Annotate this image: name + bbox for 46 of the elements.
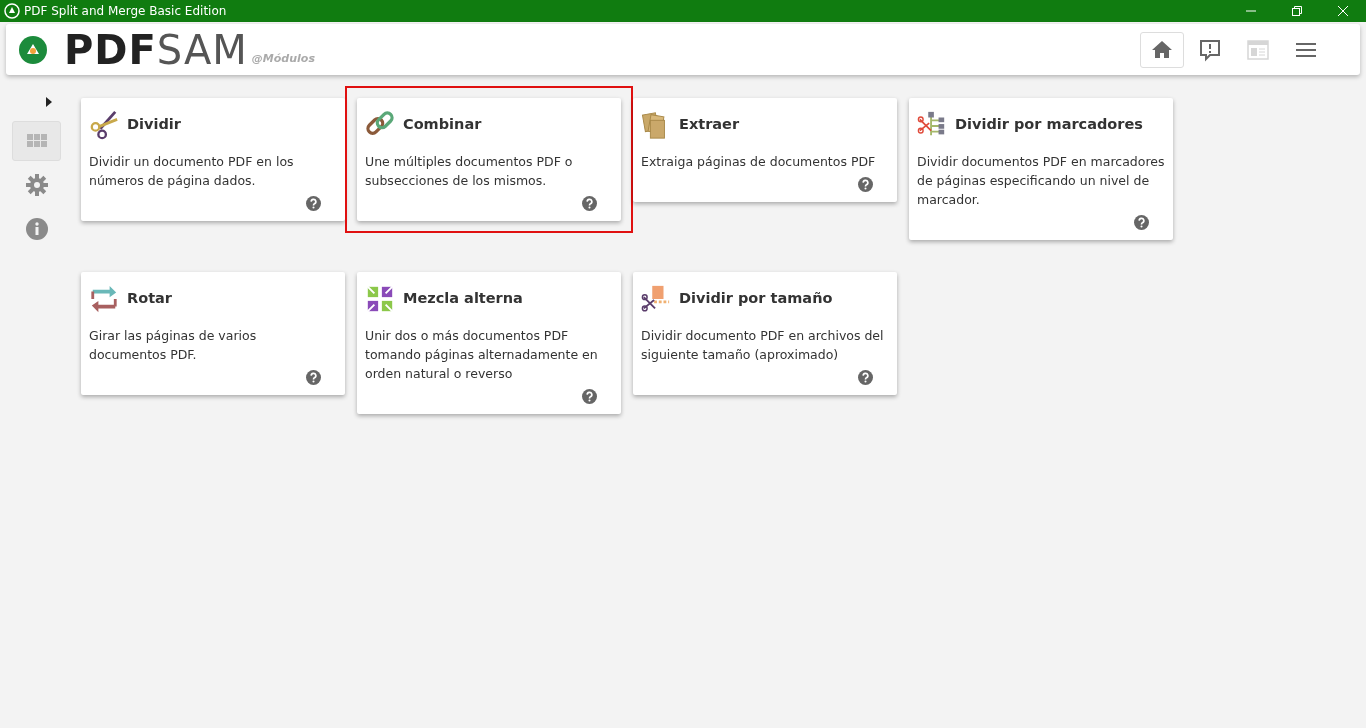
help-icon[interactable] [858, 177, 873, 192]
app-icon [4, 3, 20, 19]
help-icon[interactable] [582, 196, 597, 211]
module-title: Dividir por tamaño [679, 289, 833, 309]
window-title: PDF Split and Merge Basic Edition [24, 3, 227, 20]
module-title: Dividir [127, 115, 181, 135]
module-title: Dividir por marcadores [955, 115, 1143, 135]
newspaper-icon [1246, 37, 1270, 62]
section-label: @Módulos [251, 50, 315, 67]
scissors-icon [89, 110, 119, 140]
module-description: Dividir documento PDF en archivos del siguiente tamaño (aproximado) [641, 327, 885, 364]
help-icon[interactable] [858, 370, 873, 385]
rotate-arrows-icon [89, 284, 119, 314]
module-card[interactable]: Rotar Girar las páginas de varios documentos PDF. [81, 272, 345, 395]
module-description: Extraiga páginas de documentos PDF [641, 153, 877, 171]
module-card[interactable]: Combinar Une múltiples documentos PDF o subsecciones de los mismos. [357, 98, 621, 221]
module-description: Unir dos o más documentos PDF tomando páginas alternadamente en orden natural o reverso [365, 327, 599, 383]
home-button[interactable] [1140, 31, 1184, 68]
module-description: Dividir documentos PDF en marcadores de páginas especificando un nivel de marcador. [917, 153, 1165, 209]
info-icon [25, 218, 48, 240]
module-description: Girar las páginas de varios documentos PDF. [89, 327, 258, 364]
logo-icon [18, 34, 48, 65]
module-title: Mezcla alterna [403, 289, 523, 309]
logo-text: SAM [156, 29, 248, 70]
feedback-icon [1198, 37, 1222, 62]
help-icon[interactable] [1134, 215, 1149, 230]
module-description: Une múltiples documentos PDF o subsecciones de los mismos. [365, 153, 574, 190]
restore-icon [1292, 6, 1302, 16]
help-icon[interactable] [306, 370, 321, 385]
scissors-ruler-icon [641, 284, 671, 314]
expand-arrow-icon[interactable] [45, 97, 52, 107]
module-card[interactable]: Extraer Extraiga páginas de documentos PDF [633, 98, 897, 202]
arrows-inward-icon [365, 284, 395, 314]
help-icon[interactable] [306, 196, 321, 211]
module-card[interactable]: Dividir por marcadores Dividir documentos PDF en marcadores de páginas especificando un nivel de marcador. [909, 98, 1173, 240]
module-title: Rotar [127, 289, 172, 309]
help-icon[interactable] [582, 389, 597, 404]
module-title: Combinar [403, 115, 482, 135]
close-icon [1338, 6, 1348, 16]
logo-text: PDF [64, 29, 157, 70]
module-card[interactable]: Mezcla alterna Unir dos o más documentos PDF tomando páginas alternadamente en orden natural o reverso [357, 272, 621, 414]
settings-icon [25, 174, 48, 196]
module-title: Extraer [679, 115, 740, 135]
module-card[interactable]: Dividir Dividir un documento PDF en los números de página dados. [81, 98, 345, 221]
module-card[interactable]: Dividir por tamaño Dividir documento PDF en archivos del siguiente tamaño (aproximado) [633, 272, 897, 395]
module-description: Dividir un documento PDF en los números de página dados. [89, 153, 295, 190]
